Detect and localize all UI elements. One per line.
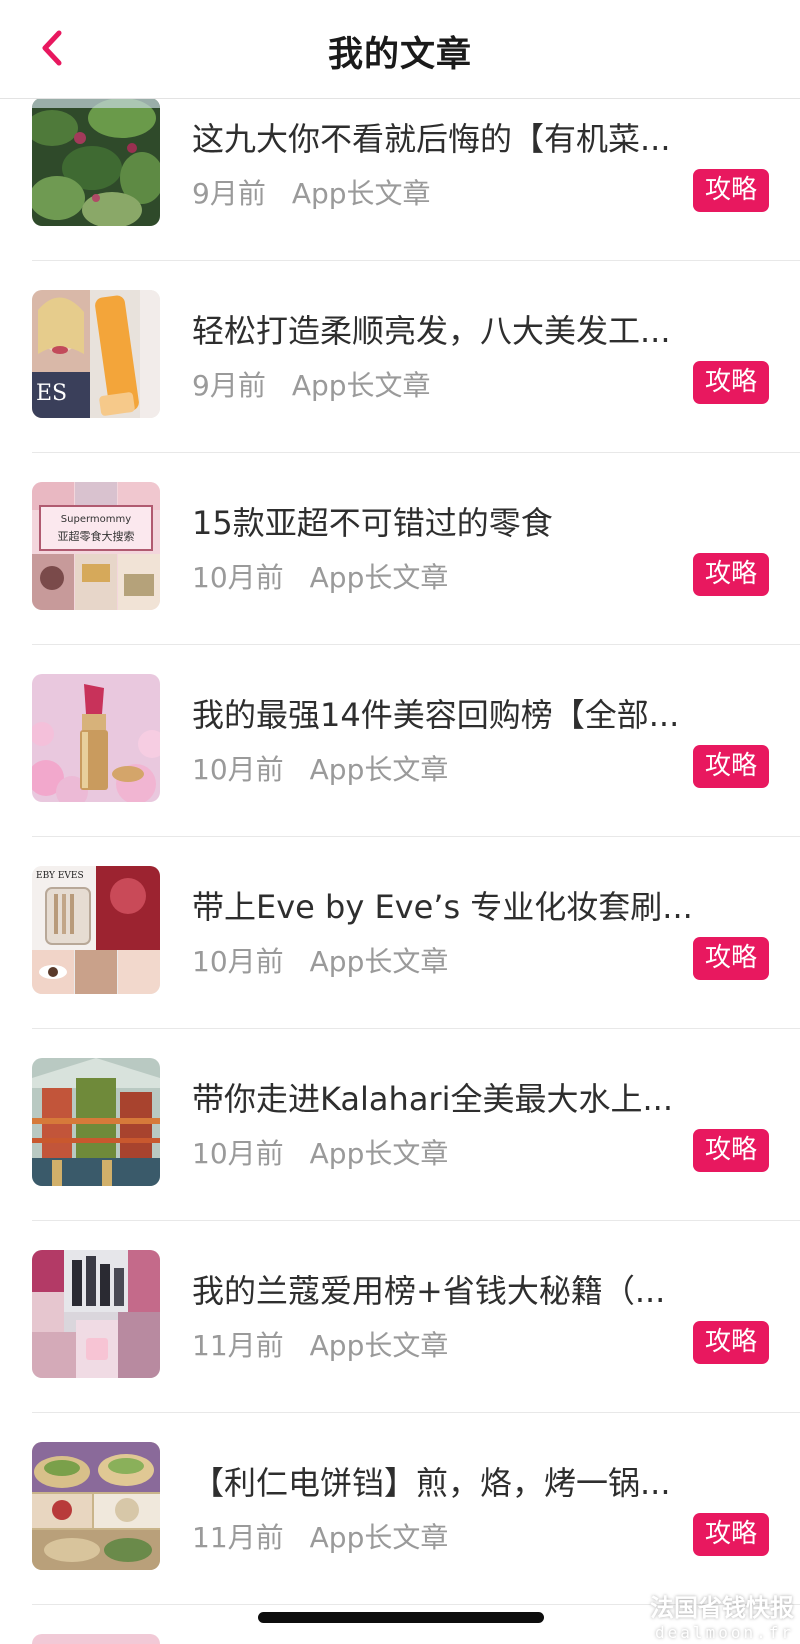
article-meta: 10月前 App长文章 [192,748,448,788]
article-time: 9月前 [192,177,266,210]
article-title[interactable]: 我的最强14件美容回购榜【全部... [192,690,732,736]
article-time: 10月前 [192,945,284,978]
article-source: App长文章 [309,1521,449,1554]
watermark: 法国省钱快报 dealmoon.fr [650,1588,794,1642]
article-tag[interactable]: 攻略 [693,1321,769,1364]
thumb-caption: Supermommy [61,514,131,525]
article-meta: 10月前 App长文章 [192,940,448,980]
divider [32,1220,800,1221]
article-source: App长文章 [291,369,431,402]
divider [32,836,800,837]
article-item[interactable]: 我的兰蔻爱用榜+省钱大秘籍（... 11月前 App长文章 攻略 [0,1250,800,1442]
article-thumbnail: EBY EVES [32,866,160,994]
article-source: App长文章 [309,945,449,978]
article-item[interactable]: 我的最强14件美容回购榜【全部... 10月前 App长文章 攻略 [0,674,800,866]
thumb-caption: EBY EVES [36,871,84,881]
svg-text:ES: ES [36,381,67,406]
article-tag[interactable]: 攻略 [693,553,769,596]
article-meta: 11月前 App长文章 [192,1324,448,1364]
article-tag[interactable]: 攻略 [693,937,769,980]
article-item[interactable]: EBY EVES 带上Eve by Eve’s 专业化妆套刷... 10月前 Ap… [0,866,800,1058]
divider [32,260,800,261]
article-thumbnail [32,1250,160,1378]
article-thumbnail [32,1442,160,1570]
article-thumbnail-partial [32,1634,160,1644]
article-meta: 10月前 App长文章 [192,1132,448,1172]
divider [32,452,800,453]
thumb-caption: 亚超零食大搜索 [58,529,135,543]
home-indicator[interactable] [258,1612,544,1623]
watermark-en: dealmoon.fr [655,1623,794,1642]
article-title[interactable]: 这九大你不看就后悔的【有机菜... [192,114,732,160]
article-item[interactable]: 这九大你不看就后悔的【有机菜... 9月前 App长文章 攻略 [0,98,800,290]
watermark-cn: 法国省钱快报 [650,1594,794,1622]
article-thumbnail [32,674,160,802]
page-title: 我的文章 [327,35,472,75]
article-time: 10月前 [192,561,284,594]
article-title[interactable]: 带上Eve by Eve’s 专业化妆套刷... [192,882,732,928]
article-item[interactable]: Supermommy 亚超零食大搜索 15款亚超不可错过的零食 10月前 App长… [0,482,800,674]
divider [32,1412,800,1413]
article-source: App长文章 [291,177,431,210]
divider [32,644,800,645]
article-tag[interactable]: 攻略 [693,361,769,404]
article-source: App长文章 [309,561,449,594]
article-item[interactable]: 带你走进Kalahari全美最大水上... 10月前 App长文章 攻略 [0,1058,800,1250]
article-thumbnail: ES [32,290,160,418]
article-title[interactable]: 带你走进Kalahari全美最大水上... [192,1074,732,1120]
article-title[interactable]: 【利仁电饼铛】煎，烙，烤一锅... [192,1458,732,1504]
article-time: 10月前 [192,1137,284,1170]
article-time: 10月前 [192,753,284,786]
article-source: App长文章 [309,1329,449,1362]
article-thumbnail [32,98,160,226]
article-tag[interactable]: 攻略 [693,169,769,212]
article-title[interactable]: 15款亚超不可错过的零食 [192,498,732,544]
article-tag[interactable]: 攻略 [693,1513,769,1556]
article-title[interactable]: 我的兰蔻爱用榜+省钱大秘籍（... [192,1266,732,1312]
article-time: 11月前 [192,1521,284,1554]
nav-bar: 我的文章 [0,0,800,99]
divider [32,1028,800,1029]
article-title[interactable]: 轻松打造柔顺亮发，八大美发工... [192,306,732,352]
article-meta: 11月前 App长文章 [192,1516,448,1556]
article-tag[interactable]: 攻略 [693,1129,769,1172]
article-meta: 9月前 App长文章 [192,172,431,212]
article-time: 9月前 [192,369,266,402]
article-source: App长文章 [309,753,449,786]
article-thumbnail: Supermommy 亚超零食大搜索 [32,482,160,610]
article-item[interactable]: ES 轻松打造柔顺亮发，八大美发工... 9月前 App长文章 攻略 [0,290,800,482]
article-meta: 9月前 App长文章 [192,364,431,404]
article-tag[interactable]: 攻略 [693,745,769,788]
article-meta: 10月前 App长文章 [192,556,448,596]
article-source: App长文章 [309,1137,449,1170]
article-time: 11月前 [192,1329,284,1362]
article-thumbnail [32,1058,160,1186]
